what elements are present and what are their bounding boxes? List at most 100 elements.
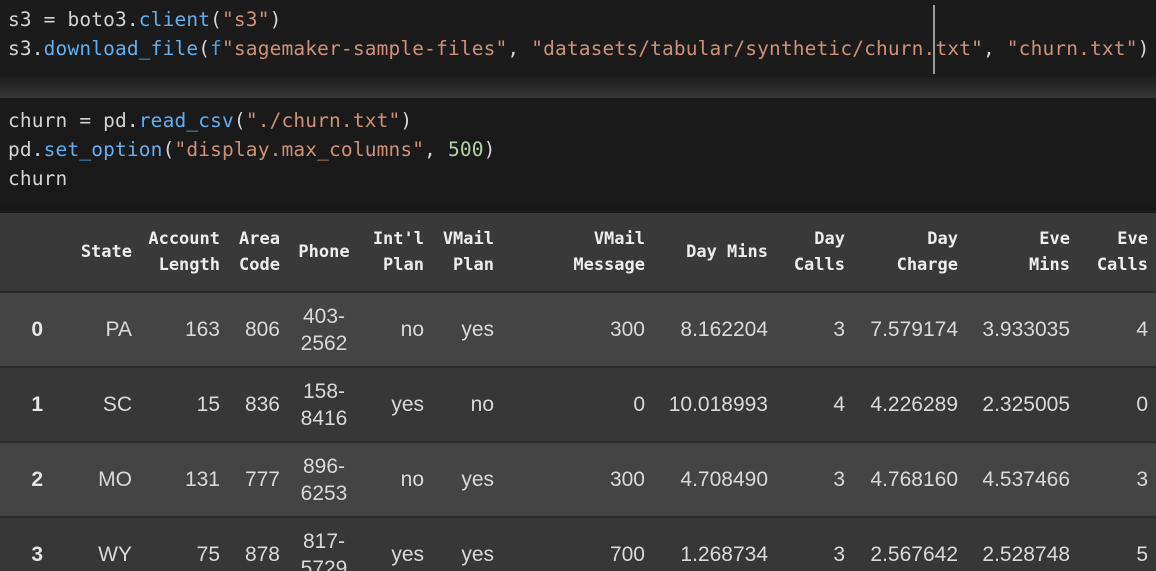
code-token-function: set_option [43,138,163,161]
column-header: Eve Mins [966,213,1078,293]
table-cell: 2.528748 [966,517,1078,571]
table-cell: yes [432,292,502,368]
table-cell: 4.226289 [853,367,966,443]
table-row: 3 WY 75 878 817-5729 yes yes 700 1.268734 3 2.5676… [0,517,1156,571]
code-token-number: 500 [447,138,484,161]
table-cell: 75 [140,517,228,571]
code-token-fstring_prefix: f [210,37,223,60]
code-token-string: "datasets/tabular/synthetic/churn.txt" [531,37,984,60]
table-cell: 2.325005 [966,367,1078,443]
code-token-plain: ) [1137,37,1150,60]
column-header: Account Length [140,213,228,293]
code-token-plain: ) [483,138,496,161]
table-cell: 10.018993 [653,367,776,443]
column-header: Day Charge [853,213,966,293]
code-cell-1[interactable]: s3 = boto3.client("s3") s3.download_file(… [0,0,1156,77]
code-token-plain: ) [269,8,282,31]
table-cell: 4.537466 [966,442,1078,518]
table-cell: 3.933035 [966,292,1078,368]
code-token-function: client [138,8,211,31]
table-cell: 7.579174 [853,292,966,368]
table-cell: 8.162204 [653,292,776,368]
dataframe-output: State Account Length Area Code Phone Int'l P… [0,213,1156,571]
column-header: State [55,213,140,293]
code-token-plain: ( [210,8,223,31]
table-cell: 896-6253 [288,442,360,518]
column-header: Day Mins [653,213,776,293]
row-index: 2 [0,442,55,518]
table-cell: 3 [776,517,853,571]
table-cell: 0 [502,367,653,443]
table-cell: 3 [776,292,853,368]
cell-separator [0,77,1156,100]
code-token-plain: ( [162,138,175,161]
code-token-plain: , [507,37,532,60]
code-token-plain: s3 = boto3. [8,8,139,31]
table-cell: SC [55,367,140,443]
code-token-function: download_file [43,37,199,60]
table-cell: 403-2562 [288,292,360,368]
table-cell: 4.768160 [853,442,966,518]
table-header-row: State Account Length Area Code Phone Int'l P… [0,213,1156,293]
table-cell: 0 [1078,367,1156,443]
code-token-plain: , [424,138,448,161]
dataframe-table: State Account Length Area Code Phone Int'l P… [0,213,1156,571]
table-cell: 5 [1078,517,1156,571]
table-cell: 1.268734 [653,517,776,571]
table-cell: 836 [228,367,288,443]
code-editor-2: churn = pd.read_csv("./churn.txt") pd.set… [0,98,1156,193]
column-header [0,213,55,293]
code-token-string: "churn.txt" [1006,37,1138,60]
table-cell: yes [432,442,502,518]
table-cell: 4.708490 [653,442,776,518]
table-cell: 4 [1078,292,1156,368]
table-cell: 3 [1078,442,1156,518]
table-cell: MO [55,442,140,518]
code-line: s3 = boto3.client("s3") [8,5,1156,34]
table-cell: 817-5729 [288,517,360,571]
table-cell: yes [360,517,432,571]
table-row: 2 MO 131 777 896-6253 no yes 300 4.708490 3 4.7681… [0,442,1156,518]
column-header: VMail Plan [432,213,502,293]
table-cell: 131 [140,442,228,518]
table-cell: 700 [502,517,653,571]
table-cell: yes [432,517,502,571]
column-header: VMail Message [502,213,653,293]
code-token-string: "./churn.txt" [245,109,401,132]
code-token-string: "s3" [222,8,270,31]
row-index: 3 [0,517,55,571]
table-cell: 777 [228,442,288,518]
code-editor-1: s3 = boto3.client("s3") s3.download_file(… [0,0,1156,63]
table-row: 0 PA 163 806 403-2562 no yes 300 8.162204 3 7.5791… [0,292,1156,368]
column-header: Day Calls [776,213,853,293]
table-cell: yes [360,367,432,443]
code-token-string: "display.max_columns" [174,138,425,161]
table-cell: 806 [228,292,288,368]
table-cell: 4 [776,367,853,443]
column-header: Area Code [228,213,288,293]
table-cell: PA [55,292,140,368]
code-token-function: read_csv [138,109,234,132]
code-token-string: "sagemaker-sample-files" [222,37,508,60]
code-token-plain: s3. [8,37,44,60]
table-cell: 878 [228,517,288,571]
table-cell: 2.567642 [853,517,966,571]
jupyter-notebook-view: s3 = boto3.client("s3") s3.download_file(… [0,0,1156,571]
row-index: 0 [0,292,55,368]
table-cell: no [360,442,432,518]
text-cursor [933,5,935,74]
code-cell-2[interactable]: churn = pd.read_csv("./churn.txt") pd.set… [0,98,1156,205]
table-cell: WY [55,517,140,571]
column-header: Int'l Plan [360,213,432,293]
code-token-plain: ( [233,109,246,132]
code-line: churn [8,164,1156,193]
table-row: 1 SC 15 836 158-8416 yes no 0 10.018993 4 4.226289… [0,367,1156,443]
code-token-plain: ) [400,109,413,132]
column-header: Eve Calls [1078,213,1156,293]
table-cell: 3 [776,442,853,518]
code-token-plain: churn [8,167,68,190]
table-cell: no [360,292,432,368]
table-cell: 15 [140,367,228,443]
code-token-plain: ( [198,37,211,60]
table-cell: no [432,367,502,443]
